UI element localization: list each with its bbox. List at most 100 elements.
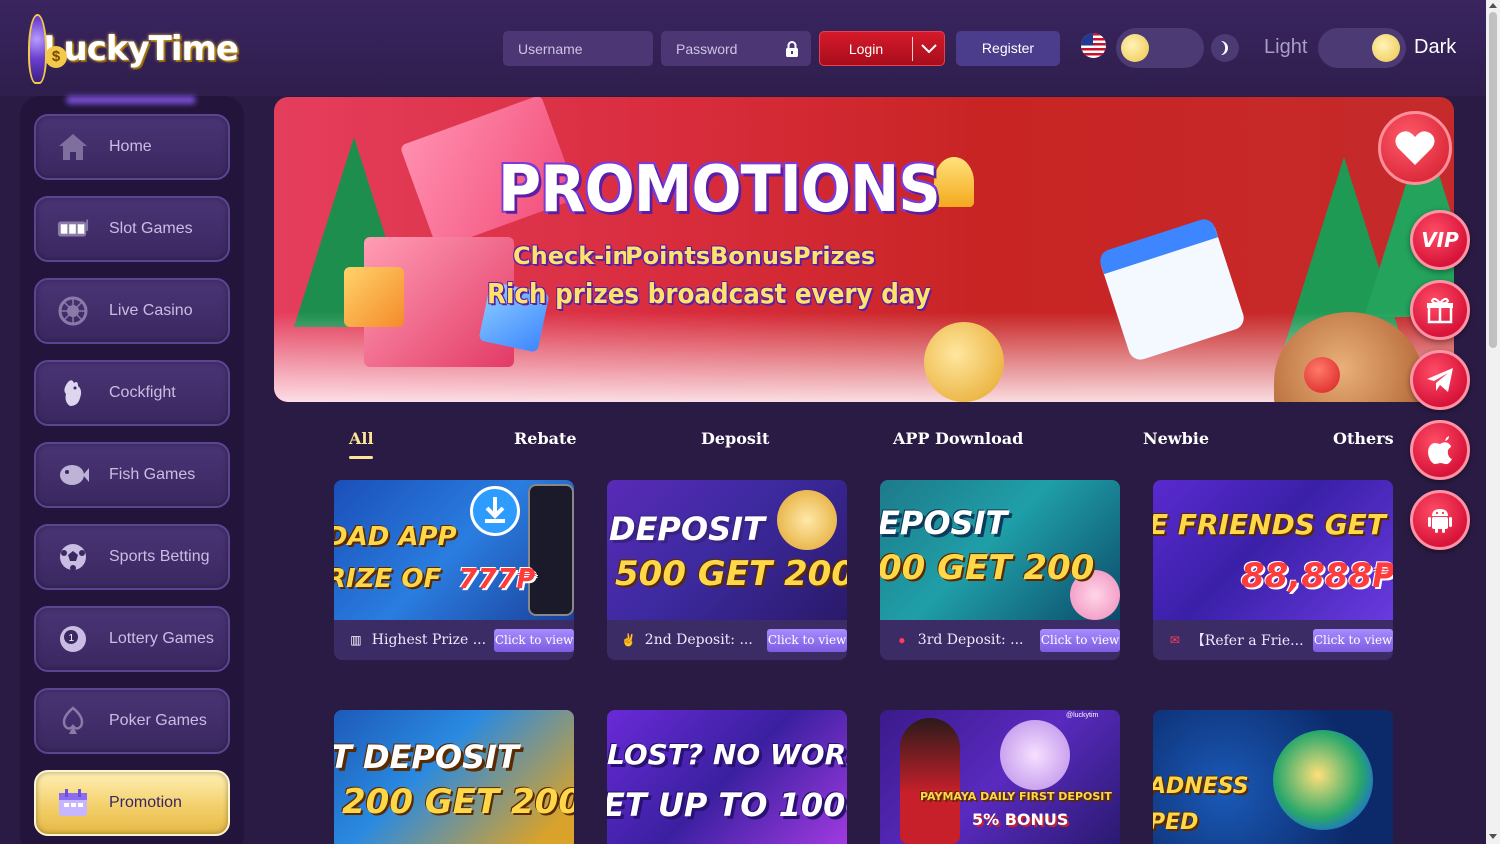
promo-card-image: E FRIENDS GET 88,888₱ [1153, 480, 1393, 620]
banner-word-points: Points [625, 242, 711, 270]
card-art-line1: DAD APP [334, 522, 457, 552]
spade-icon [57, 705, 89, 737]
click-to-view-button[interactable]: Click to view [494, 628, 574, 652]
bell-icon [934, 157, 974, 207]
promo-card-refer-friend[interactable]: E FRIENDS GET 88,888₱ ✉ 【Refer a Frie...… [1153, 480, 1393, 660]
android-icon [1428, 509, 1452, 533]
register-button[interactable]: Register [956, 31, 1060, 66]
sidebar-item-fish-games[interactable]: Fish Games [34, 442, 230, 508]
login-button[interactable]: Login [819, 31, 945, 66]
card-art-line1: PAYMAYA DAILY FIRST DEPOSIT [920, 790, 1112, 803]
promo-card-image: DEPOSIT 500 GET 200 [607, 480, 847, 620]
promo-card-desc: 2nd Deposit: ... [644, 632, 753, 648]
us-flag-icon[interactable] [1081, 33, 1106, 58]
card-art-line2: 200 GET 200 [342, 782, 574, 822]
logo[interactable]: LuckyTime [28, 12, 239, 86]
promo-card-footer: ● 3rd Deposit: ... Click to view [880, 620, 1120, 660]
lottery-ball-icon: 1 [57, 623, 89, 655]
home-icon [57, 131, 89, 163]
favorite-heart-button[interactable] [1378, 111, 1452, 185]
theme-toggle-knob [1372, 34, 1400, 62]
sidebar-item-slot-games[interactable]: Slot Games [34, 196, 230, 262]
click-to-view-button[interactable]: Click to view [1313, 628, 1393, 652]
apple-icon [1428, 436, 1452, 465]
sidebar-item-poker-games[interactable]: Poker Games [34, 688, 230, 754]
telegram-icon [1427, 368, 1453, 392]
android-download-button[interactable] [1410, 490, 1470, 550]
download-icon [470, 486, 520, 536]
card-art-line2: 500 GET 200 [615, 554, 847, 594]
small-gift-icon [344, 267, 404, 327]
theme-light-label[interactable]: Light [1264, 36, 1307, 59]
card-art-line2: 5% BONUS [972, 810, 1069, 829]
vip-label: VIP [1421, 228, 1459, 252]
click-to-view-button[interactable]: Click to view [767, 628, 847, 652]
theme-dark-label[interactable]: Dark [1414, 36, 1456, 59]
card-art-line1: E FRIENDS GET [1153, 508, 1386, 541]
sidebar-item-promotion[interactable]: Promotion [34, 770, 230, 836]
sidebar-item-label: Home [109, 138, 152, 155]
tab-others[interactable]: Others [1333, 429, 1394, 448]
tab-deposit[interactable]: Deposit [701, 429, 769, 448]
tab-newbie[interactable]: Newbie [1143, 429, 1209, 448]
promo-card-image: @luckytim PAYMAYA DAILY FIRST DEPOSIT 5%… [880, 710, 1120, 844]
chevron-down-icon[interactable] [913, 43, 944, 54]
promo-card-desc: Highest Prize ... [371, 632, 487, 648]
hostess-figure [900, 718, 960, 844]
toggle-knob [1121, 34, 1149, 62]
gift-icon [1427, 297, 1453, 324]
sidebar-item-label: Sports Betting [109, 548, 210, 565]
svg-text:1: 1 [69, 633, 75, 644]
sidebar-glow [66, 96, 196, 104]
username-input[interactable] [503, 31, 653, 66]
telegram-button[interactable] [1410, 350, 1470, 410]
gift-button[interactable] [1410, 280, 1470, 340]
promo-card-footer: ▥ Highest Prize ... Click to view [334, 620, 574, 660]
sound-toggle[interactable] [1116, 28, 1204, 68]
reindeer-nose [1304, 357, 1340, 393]
rooster-icon [57, 377, 89, 409]
logo-mascot-icon [28, 14, 67, 84]
tab-rebate[interactable]: Rebate [514, 429, 577, 448]
sidebar-item-label: Slot Games [109, 220, 193, 237]
promo-card-image: LOST? NO WORR ET UP TO 1000 I [607, 710, 847, 844]
slot-small-icon: ▥ [350, 633, 362, 647]
promo-card-image: T DEPOSIT 200 GET 200 [334, 710, 574, 844]
scrollbar-thumb[interactable] [1489, 12, 1497, 348]
promo-card-app-download[interactable]: DAD APP RIZE OF 777₱ ▥ Highest Prize ...… [334, 480, 574, 660]
calendar-icon [57, 787, 89, 819]
ios-download-button[interactable] [1410, 420, 1470, 480]
theme-toggle[interactable] [1318, 28, 1406, 68]
top-header: LuckyTime Login Register Light [0, 0, 1486, 96]
page-scrollbar[interactable] [1486, 0, 1500, 844]
tab-all[interactable]: All [349, 429, 374, 448]
promo-card-2nd-deposit[interactable]: DEPOSIT 500 GET 200 ✌ 2nd Deposit: ... C… [607, 480, 847, 660]
lock-icon [786, 41, 798, 57]
card-art-line1: T DEPOSIT [334, 738, 519, 776]
phone-icon [528, 484, 574, 616]
promo-card-paymaya[interactable]: @luckytim PAYMAYA DAILY FIRST DEPOSIT 5%… [880, 710, 1120, 844]
banner-tagline: Rich prizes broadcast every day [487, 277, 931, 310]
sidebar-item-lottery-games[interactable]: 1 Lottery Games [34, 606, 230, 672]
prize-wheel-icon [1000, 720, 1070, 790]
promo-card-footer: ✉ 【Refer a Frie... Click to view [1153, 620, 1393, 660]
sidebar-item-cockfight[interactable]: Cockfight [34, 360, 230, 426]
promo-card-lost-rebate[interactable]: LOST? NO WORR ET UP TO 1000 I [607, 710, 847, 844]
promo-card-first-deposit[interactable]: T DEPOSIT 200 GET 200 [334, 710, 574, 844]
scroll-down-icon[interactable] [1489, 834, 1497, 839]
sidebar-item-live-casino[interactable]: Live Casino [34, 278, 230, 344]
promo-card-footer: ✌ 2nd Deposit: ... Click to view [607, 620, 847, 660]
promo-card-image: EPOSIT 00 GET 200 [880, 480, 1120, 620]
sidebar-item-home[interactable]: Home [34, 114, 230, 180]
tab-app-download[interactable]: APP Download [893, 429, 1023, 448]
click-to-view-button[interactable]: Click to view [1040, 628, 1120, 652]
card-art-line2: RIZE OF [334, 564, 442, 594]
promo-card-3rd-deposit[interactable]: EPOSIT 00 GET 200 ● 3rd Deposit: ... Cli… [880, 480, 1120, 660]
logo-text: LuckyTime [42, 29, 239, 69]
scroll-up-icon[interactable] [1489, 3, 1497, 8]
vip-button[interactable]: VIP [1410, 210, 1470, 270]
promo-card-gladness[interactable]: ADNESS PED [1153, 710, 1393, 844]
moon-icon[interactable] [1211, 34, 1239, 62]
sidebar-item-sports-betting[interactable]: Sports Betting [34, 524, 230, 590]
promo-card-image: ADNESS PED [1153, 710, 1393, 844]
